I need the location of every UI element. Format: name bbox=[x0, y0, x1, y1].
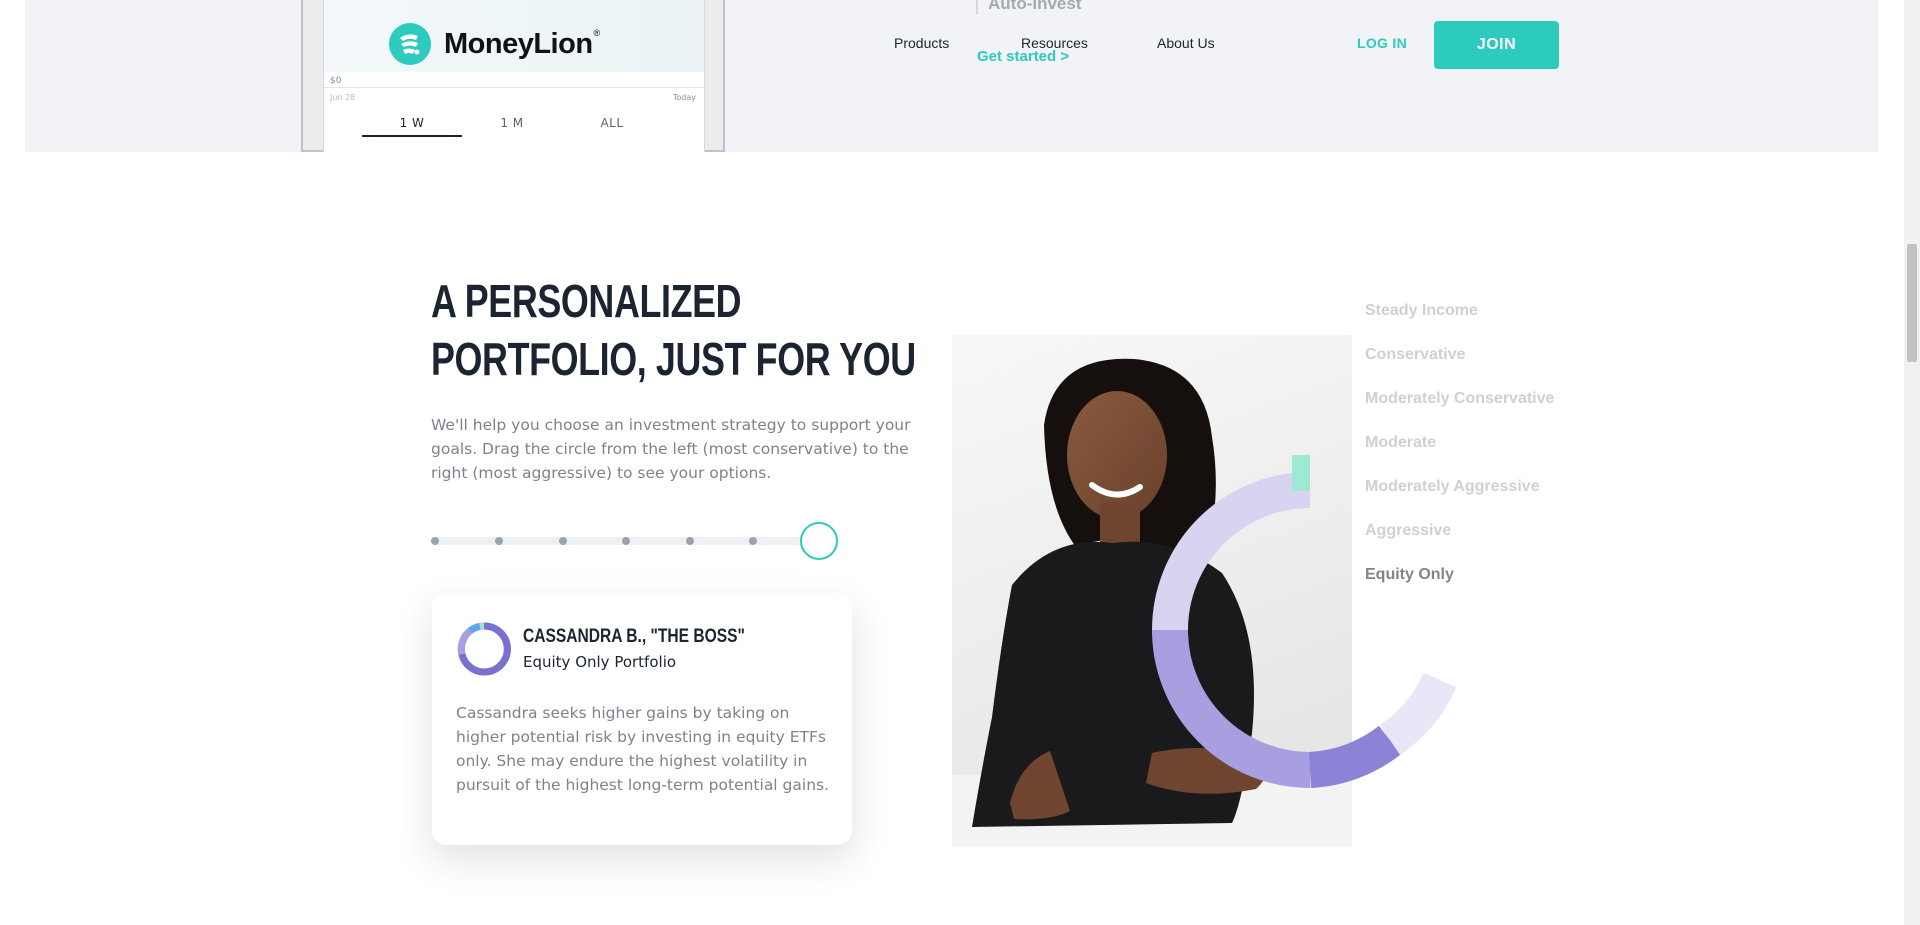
brand-logo: MoneyLion® bbox=[388, 22, 600, 66]
slider-step-dot[interactable] bbox=[559, 537, 567, 545]
headline-line-2: PORTFOLIO, JUST FOR YOU bbox=[431, 333, 916, 385]
donut-segment-mid bbox=[1152, 629, 1311, 788]
phone-mockup: MoneyLion® $0 Jun 28 Today 1 W 1 M ALL bbox=[301, 0, 725, 152]
range-tab-all[interactable]: ALL bbox=[562, 116, 662, 137]
donut-segment-accent bbox=[1292, 455, 1310, 491]
auto-invest-label: Auto-Invest bbox=[976, 0, 1082, 14]
portfolio-ring-icon bbox=[457, 622, 511, 676]
range-tabs: 1 W 1 M ALL bbox=[362, 116, 662, 137]
phone-screen: MoneyLion® $0 Jun 28 Today 1 W 1 M ALL bbox=[323, 0, 705, 152]
donut-segment-dark bbox=[1308, 725, 1402, 788]
strategy-moderately-conservative[interactable]: Moderately Conservative bbox=[1365, 388, 1554, 432]
app-header: MoneyLion® bbox=[324, 0, 704, 72]
chart-axis-line bbox=[324, 87, 704, 88]
range-tab-1m[interactable]: 1 M bbox=[462, 116, 562, 137]
slider-step-dot[interactable] bbox=[622, 537, 630, 545]
top-banner-section: MoneyLion® $0 Jun 28 Today 1 W 1 M ALL bbox=[25, 0, 1878, 152]
login-link[interactable]: LOG IN bbox=[1357, 35, 1407, 51]
chart-y-axis-label: $0 bbox=[330, 76, 342, 86]
nav-about-us[interactable]: About Us bbox=[1157, 35, 1215, 51]
slider-step-dot[interactable] bbox=[749, 537, 757, 545]
nav-resources[interactable]: Resources bbox=[1021, 35, 1088, 51]
donut-segment-fade bbox=[1379, 672, 1457, 755]
brand-name: MoneyLion® bbox=[444, 27, 600, 60]
strategy-moderately-aggressive[interactable]: Moderately Aggressive bbox=[1365, 476, 1554, 520]
range-tab-1w[interactable]: 1 W bbox=[362, 116, 462, 137]
persona-description: Cassandra seeks higher gains by taking o… bbox=[456, 704, 830, 794]
strategy-moderate[interactable]: Moderate bbox=[1365, 432, 1554, 476]
strategy-aggressive[interactable]: Aggressive bbox=[1365, 520, 1554, 564]
strategy-steady-income[interactable]: Steady Income bbox=[1365, 300, 1554, 344]
persona-name: CASSANDRA B., "THE BOSS" bbox=[523, 626, 745, 647]
slider-step-dot[interactable] bbox=[686, 537, 694, 545]
slider-step-dot[interactable] bbox=[495, 537, 503, 545]
page-scrollbar[interactable] bbox=[1904, 0, 1920, 925]
scrollbar-thumb[interactable] bbox=[1907, 244, 1917, 362]
strategy-list: Steady Income Conservative Moderately Co… bbox=[1365, 300, 1554, 608]
headline-line-1: A PERSONALIZED bbox=[431, 275, 742, 327]
donut-segment-light bbox=[1152, 472, 1311, 631]
chart-x-end-label: Today bbox=[672, 93, 696, 102]
strategy-conservative[interactable]: Conservative bbox=[1365, 344, 1554, 388]
slider-handle[interactable] bbox=[800, 522, 838, 560]
section-headline: A PERSONALIZED PORTFOLIO, JUST FOR YOU bbox=[431, 272, 916, 388]
persona-card: CASSANDRA B., "THE BOSS" Equity Only Por… bbox=[432, 593, 852, 845]
strategy-equity-only[interactable]: Equity Only bbox=[1365, 564, 1554, 608]
nav-products[interactable]: Products bbox=[894, 35, 949, 51]
section-description: We'll help you choose an investment stra… bbox=[431, 416, 911, 482]
risk-slider[interactable] bbox=[431, 522, 838, 560]
chart-x-start-label: Jun 28 bbox=[330, 93, 356, 102]
lion-logo-icon bbox=[389, 23, 431, 65]
slider-step-dot[interactable] bbox=[431, 537, 439, 545]
join-button[interactable]: JOIN bbox=[1434, 21, 1559, 69]
persona-portfolio: Equity Only Portfolio bbox=[523, 653, 677, 671]
